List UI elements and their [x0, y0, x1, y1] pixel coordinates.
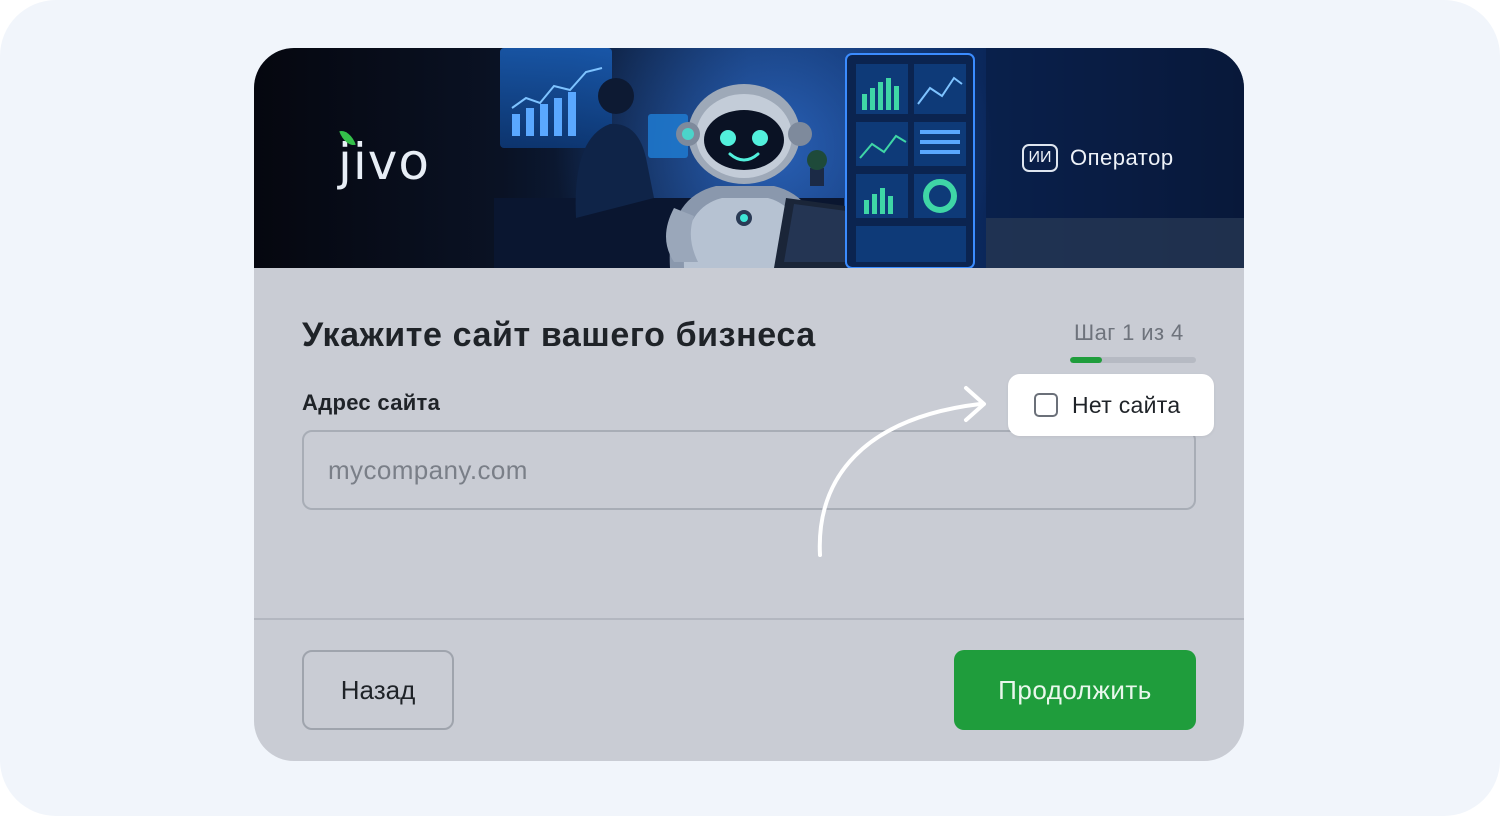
no-site-checkbox-option[interactable]: Нет сайта [1008, 374, 1214, 436]
step-indicator: Шаг 1 из 4 [1074, 320, 1184, 345]
onboarding-card: jivo ИИ Оператор Укажите сайт вашего биз… [254, 48, 1244, 761]
checkbox-icon[interactable] [1034, 393, 1058, 417]
step-progress-bar [1070, 357, 1196, 363]
no-site-label[interactable]: Нет сайта [1072, 392, 1180, 419]
operator-mode-label[interactable]: Оператор [1070, 145, 1174, 171]
page-title: Укажите сайт вашего бизнеса [302, 316, 816, 354]
step-progress-fill [1070, 357, 1102, 363]
footer-divider [254, 618, 1244, 620]
continue-button[interactable]: Продолжить [954, 650, 1196, 730]
site-address-input[interactable] [302, 430, 1196, 510]
mode-toggle[interactable]: ИИ Оператор [1022, 144, 1174, 172]
hero-banner: jivo ИИ Оператор [254, 48, 1244, 268]
ai-chip[interactable]: ИИ [1022, 144, 1058, 172]
jivo-logo: jivo [338, 122, 430, 192]
site-address-label: Адрес сайта [302, 390, 441, 415]
back-button[interactable]: Назад [302, 650, 454, 730]
